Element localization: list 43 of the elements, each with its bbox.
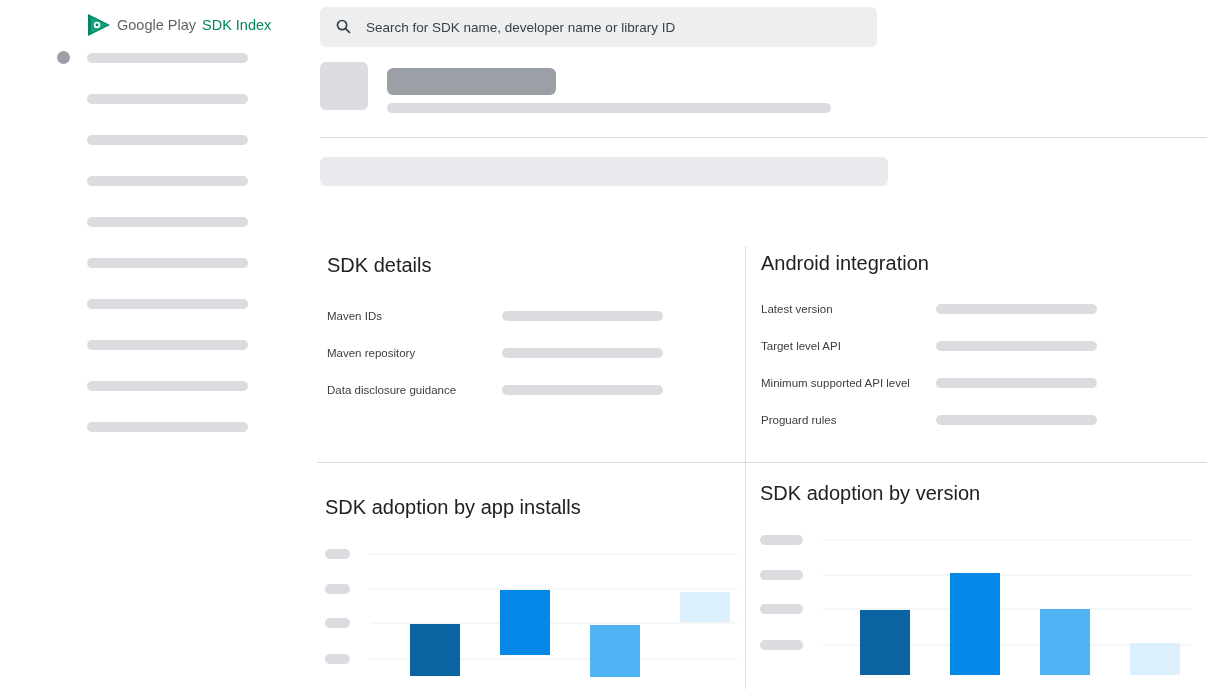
- icon-placeholder: [320, 62, 368, 110]
- nav-placeholder[interactable]: [87, 52, 248, 63]
- axis-label-placeholder: [760, 535, 803, 545]
- field-label: Maven repository: [327, 346, 417, 359]
- chart-bar: [1040, 609, 1090, 675]
- field-label: Minimum supported API level: [761, 376, 911, 389]
- search-field[interactable]: Search for SDK name, developer name or library ID: [320, 7, 877, 47]
- axis-label-placeholder: [325, 654, 350, 664]
- section-title: Android integration: [761, 252, 930, 275]
- axis-label-placeholder: [325, 618, 350, 628]
- nav-placeholder[interactable]: [87, 298, 248, 309]
- axis-label-placeholder: [325, 584, 350, 594]
- nav-placeholder[interactable]: [87, 257, 248, 268]
- logo-brand: Google Play: [117, 17, 196, 33]
- chart-bar: [1130, 643, 1180, 675]
- chart-title: SDK adoption by version: [760, 482, 982, 505]
- field-label: Proguard rules: [761, 413, 838, 426]
- nav-placeholder[interactable]: [87, 380, 248, 391]
- field-label: Latest version: [761, 302, 834, 315]
- chart-bar: [590, 625, 640, 677]
- chart-bar: [500, 590, 550, 655]
- nav-placeholder[interactable]: [87, 216, 248, 227]
- field-label: Target level API: [761, 339, 842, 352]
- nav-placeholder[interactable]: [87, 421, 248, 432]
- chart-bar: [860, 610, 910, 675]
- field-label: Maven IDs: [327, 309, 383, 322]
- nav-placeholder[interactable]: [87, 175, 248, 186]
- logo-product: SDK Index: [202, 17, 272, 33]
- logo-icon: [87, 13, 111, 37]
- nav-placeholder[interactable]: [87, 339, 248, 350]
- axis-label-placeholder: [760, 570, 803, 580]
- search-icon: [335, 18, 352, 35]
- nav-dot: [57, 51, 70, 64]
- field-label: Data disclosure guidance: [327, 383, 458, 396]
- nav-placeholder[interactable]: [87, 134, 248, 145]
- chart-bar: [680, 592, 730, 622]
- axis-label-placeholder: [760, 604, 803, 614]
- chart-title: SDK adoption by app installs: [325, 496, 582, 519]
- axis-label-placeholder: [325, 549, 350, 559]
- axis-label-placeholder: [760, 640, 803, 650]
- nav-placeholder[interactable]: [87, 93, 248, 104]
- chart-bar: [410, 624, 460, 676]
- section-title: SDK details: [327, 254, 433, 277]
